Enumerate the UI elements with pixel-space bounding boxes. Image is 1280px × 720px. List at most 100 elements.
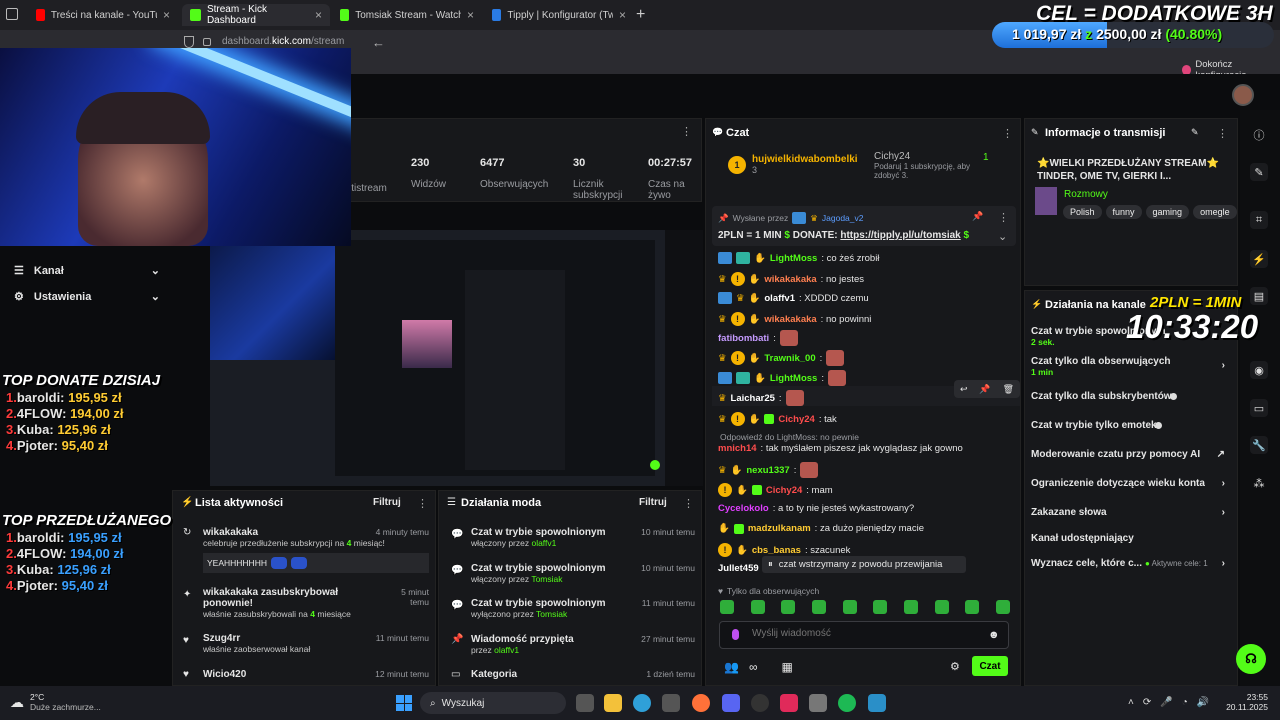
support-button[interactable]: ☊	[1236, 644, 1266, 674]
action-account-age[interactable]: Ograniczenie dotyczące wieku konta ›	[1031, 478, 1231, 489]
store-icon[interactable]	[662, 694, 680, 712]
file-explorer-icon[interactable]	[604, 694, 622, 712]
category-name[interactable]: Rozmowy	[1064, 189, 1108, 200]
emote-icon[interactable]	[750, 600, 765, 614]
emote-icon[interactable]	[873, 600, 888, 614]
chat-message[interactable]: Jullet459	[718, 563, 763, 574]
users-icon[interactable]: 👥	[724, 660, 739, 674]
url-field[interactable]: dashboard.kick.com/stream	[222, 36, 344, 47]
close-icon[interactable]: ×	[619, 8, 626, 22]
sidebar-item-ustawienia[interactable]: ⚙ Ustawienia ⌄	[14, 290, 160, 304]
send-button[interactable]: Czat	[972, 656, 1008, 676]
chat-message[interactable]: ✋ madzulkanam: za dużo pieniędzy macie	[718, 523, 924, 534]
more-icon[interactable]: ⋮	[417, 497, 428, 510]
chat-message[interactable]: ✋ LightMoss:	[718, 370, 846, 386]
chat-message[interactable]: ♛! ✋ Trawnik_00:	[718, 350, 845, 366]
tag[interactable]: Polish	[1063, 205, 1102, 219]
chat-settings-icon[interactable]: ⚙	[950, 660, 960, 673]
chat-input[interactable]	[752, 628, 972, 639]
tab-tipply[interactable]: Tipply | Konfigurator (Twój cel) ×	[484, 4, 634, 26]
discord-icon[interactable]	[722, 694, 740, 712]
gift-sub-prompt[interactable]: Cichy24 Podaruj 1 subskrypcję, aby zdoby…	[860, 151, 980, 180]
chat-message[interactable]: ✋ LightMoss: co żeś zrobił	[718, 252, 879, 264]
close-icon[interactable]: ×	[315, 8, 322, 22]
settings-app-icon[interactable]	[809, 694, 827, 712]
emote-icon[interactable]	[995, 600, 1010, 614]
mic-tray-icon[interactable]: 🎤	[1160, 697, 1172, 708]
emote-icon[interactable]	[781, 600, 796, 614]
more-icon[interactable]: ⋮	[1002, 127, 1013, 140]
broadcast-icon[interactable]: ◉	[1250, 361, 1268, 379]
close-icon[interactable]: ×	[467, 8, 474, 22]
action-emote-only[interactable]: Czat w trybie tylko emotek	[1031, 420, 1231, 431]
action-ai-moderation[interactable]: Moderowanie czatu przy pomocy AI ↗	[1031, 449, 1231, 460]
emote-icon[interactable]	[965, 600, 980, 614]
chat-message[interactable]: ! ✋ Cichy24: mam	[718, 483, 833, 497]
start-icon[interactable]	[396, 695, 412, 711]
delete-icon[interactable]: 🗑	[1003, 384, 1014, 395]
action-banned-words[interactable]: Zakazane słowa ›	[1031, 507, 1231, 518]
task-view-icon[interactable]	[576, 694, 594, 712]
action-subs-only[interactable]: Czat tylko dla subskrybentów	[1031, 391, 1231, 402]
bolt-rail-icon[interactable]: ⚡	[1250, 250, 1268, 268]
tab-tomsiak-stream[interactable]: Tomsiak Stream - Watch Live o ×	[332, 4, 482, 26]
chat-message[interactable]: ♛! ✋ Cichy24: tak	[718, 412, 837, 426]
tiktok-icon[interactable]	[780, 694, 798, 712]
emote-icon[interactable]	[903, 600, 918, 614]
chevron-down-icon[interactable]: ⌄	[998, 230, 1007, 243]
emote-icon[interactable]	[842, 600, 857, 614]
wrench-icon[interactable]: 🔧	[1250, 436, 1268, 454]
sync-icon[interactable]: ⟳	[1143, 697, 1151, 708]
tag[interactable]: omegle	[1193, 205, 1237, 219]
tab-youtube-studio[interactable]: Treści na kanale - YouTube Stud ×	[28, 4, 178, 26]
spotify-icon[interactable]	[838, 694, 856, 712]
stream-preview[interactable]	[210, 230, 665, 486]
emote-icon[interactable]	[720, 600, 734, 614]
reply-icon[interactable]: ↩	[960, 384, 968, 395]
emote-icon[interactable]	[811, 600, 826, 614]
chevron-up-icon[interactable]: ˄	[1128, 697, 1134, 708]
more-icon[interactable]: ⋮	[1217, 127, 1228, 140]
new-tab-icon[interactable]: +	[636, 6, 645, 24]
chat-message[interactable]: mnich14: tak myślałem piszesz jak wygląd…	[718, 443, 963, 454]
action-followers-only[interactable]: Czat tylko dla obserwujących 1 min ›	[1031, 356, 1231, 377]
back-icon[interactable]: ←	[372, 35, 385, 50]
mod-filter-button[interactable]: Filtruj	[639, 497, 667, 508]
taskbar-search[interactable]: ⌕ Wyszukaj	[420, 692, 566, 714]
chat-message[interactable]: fatibombati:	[718, 330, 798, 346]
firefox-icon[interactable]	[692, 694, 710, 712]
store-icon[interactable]: ▦	[782, 660, 793, 674]
wifi-icon[interactable]: ◔	[1182, 697, 1188, 708]
chat-message[interactable]: ♛ ✋ olaffv1: XDDDD czemu	[718, 292, 869, 304]
chat-message[interactable]: Cycelokolo: a to ty nie jesteś wykastrow…	[718, 503, 914, 514]
obs-icon[interactable]	[751, 694, 769, 712]
mic-icon[interactable]	[732, 629, 739, 640]
edit-icon[interactable]: ✎	[1191, 127, 1199, 138]
chat-message[interactable]: ♛ ✋ nexu1337:	[718, 462, 819, 478]
weather-widget[interactable]: ☁ 2°C Duże zachmurze...	[10, 692, 101, 712]
infinity-icon[interactable]: ∞	[749, 660, 758, 674]
edge-icon[interactable]	[633, 694, 651, 712]
volume-icon[interactable]: 🔊	[1197, 697, 1209, 708]
emoji-icon[interactable]: ☻	[988, 629, 1000, 641]
pinned-message[interactable]: 📌 Wysłane przez ♛ Jagoda_v2 2PLN = 1 MIN …	[712, 206, 1016, 246]
chat-paused-banner[interactable]: ⏸ czat wstrzymany z powodu przewijania	[762, 556, 966, 573]
pencil-icon[interactable]: ✎	[1250, 163, 1268, 181]
pin-icon[interactable]: 📌	[979, 384, 990, 395]
chat-input-box[interactable]: ☻	[719, 621, 1009, 649]
unpin-icon[interactable]: 📌	[972, 211, 983, 222]
close-icon[interactable]: ×	[163, 8, 170, 22]
top-gifter[interactable]: 1 hujwielkidwabombelki 3	[728, 154, 858, 175]
sidebar-item-kanal[interactable]: ☰ Kanał ⌄	[14, 264, 160, 278]
chat-message[interactable]: ♛! ✋ wikakakaka: no powinni	[718, 312, 871, 326]
clock[interactable]: 23:55 20.11.2025	[1216, 692, 1268, 712]
pinned-link[interactable]: https://tipply.pl/u/tomsiak	[840, 230, 960, 241]
layout-icon[interactable]: ▭	[1250, 399, 1268, 417]
action-goals[interactable]: Wyznacz cele, które c... ● Aktywne cele:…	[1031, 558, 1231, 569]
tag[interactable]: gaming	[1145, 205, 1190, 219]
activity-filter-button[interactable]: Filtruj	[373, 497, 401, 508]
screen-capture-icon[interactable]: ⌗	[1250, 211, 1268, 229]
chat-message[interactable]: ♛ Laichar25:	[718, 390, 804, 406]
tag[interactable]: funny	[1105, 205, 1142, 219]
app-icon[interactable]	[868, 694, 886, 712]
